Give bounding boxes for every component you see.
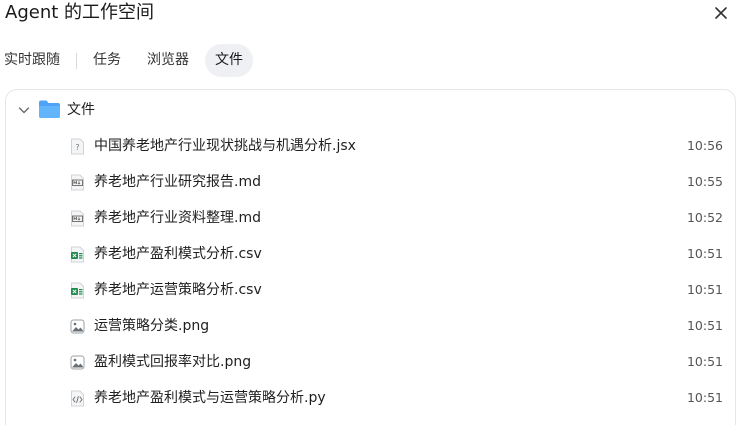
- tab-live-follow[interactable]: 实时跟随: [4, 44, 60, 77]
- unknown-file-icon: ?: [70, 138, 85, 155]
- tab-bar: 实时跟随 任务 浏览器 文件: [0, 44, 741, 77]
- file-name: 养老地产盈利模式分析.csv: [94, 246, 262, 262]
- markdown-file-icon: [70, 210, 85, 227]
- file-time: 10:51: [686, 318, 723, 333]
- file-name: 养老地产行业研究报告.md: [94, 174, 261, 190]
- file-name: 中国养老地产行业现状挑战与机遇分析.jsx: [94, 138, 356, 154]
- close-button[interactable]: [711, 3, 731, 23]
- svg-text:?: ?: [75, 143, 79, 152]
- tab-tasks[interactable]: 任务: [93, 44, 121, 77]
- file-name: 养老地产行业资料整理.md: [94, 210, 261, 226]
- file-row[interactable]: ? 中国养老地产行业现状挑战与机遇分析.jsx 10:56: [6, 128, 735, 164]
- image-file-icon: [70, 318, 85, 335]
- file-name: 养老地产运营策略分析.csv: [94, 282, 262, 298]
- file-name: 盈利模式回报率对比.png: [94, 354, 252, 370]
- workspace-window: Agent 的工作空间 实时跟随 任务 浏览器 文件 文件 ? 中国养老地产行业…: [0, 0, 741, 425]
- file-row[interactable]: 养老地产盈利模式与运营策略分析.py 10:51: [6, 380, 735, 416]
- folder-row[interactable]: 文件: [6, 98, 735, 122]
- window-title: Agent 的工作空间: [5, 2, 155, 23]
- file-name: 运营策略分类.png: [94, 318, 210, 334]
- tab-divider: [76, 53, 77, 69]
- file-row[interactable]: 盈利模式回报率对比.png 10:51: [6, 344, 735, 380]
- file-time: 10:56: [686, 138, 723, 153]
- file-time: 10:51: [686, 354, 723, 369]
- tab-files[interactable]: 文件: [205, 44, 253, 77]
- code-file-icon: [70, 390, 85, 407]
- file-row[interactable]: 养老地产盈利模式分析.csv 10:51: [6, 236, 735, 272]
- file-time: 10:55: [686, 174, 723, 189]
- image-file-icon: [70, 354, 85, 371]
- spreadsheet-file-icon: [70, 246, 85, 263]
- file-row[interactable]: 养老地产行业资料整理.md 10:52: [6, 200, 735, 236]
- chevron-down-icon[interactable]: [16, 102, 32, 118]
- markdown-file-icon: [70, 174, 85, 191]
- file-time: 10:51: [686, 246, 723, 261]
- file-name: 养老地产盈利模式与运营策略分析.py: [94, 390, 326, 406]
- file-tree-panel: 文件 ? 中国养老地产行业现状挑战与机遇分析.jsx 10:56 养老地产行业研…: [5, 89, 736, 425]
- file-time: 10:52: [686, 210, 723, 225]
- close-icon: [715, 7, 727, 19]
- spreadsheet-file-icon: [70, 282, 85, 299]
- tab-browser[interactable]: 浏览器: [147, 44, 189, 77]
- folder-icon: [39, 100, 60, 118]
- file-row[interactable]: 养老地产运营策略分析.csv 10:51: [6, 272, 735, 308]
- folder-label: 文件: [67, 102, 95, 118]
- file-time: 10:51: [686, 390, 723, 405]
- file-row[interactable]: 养老地产行业研究报告.md 10:55: [6, 164, 735, 200]
- file-time: 10:51: [686, 282, 723, 297]
- file-row[interactable]: 运营策略分类.png 10:51: [6, 308, 735, 344]
